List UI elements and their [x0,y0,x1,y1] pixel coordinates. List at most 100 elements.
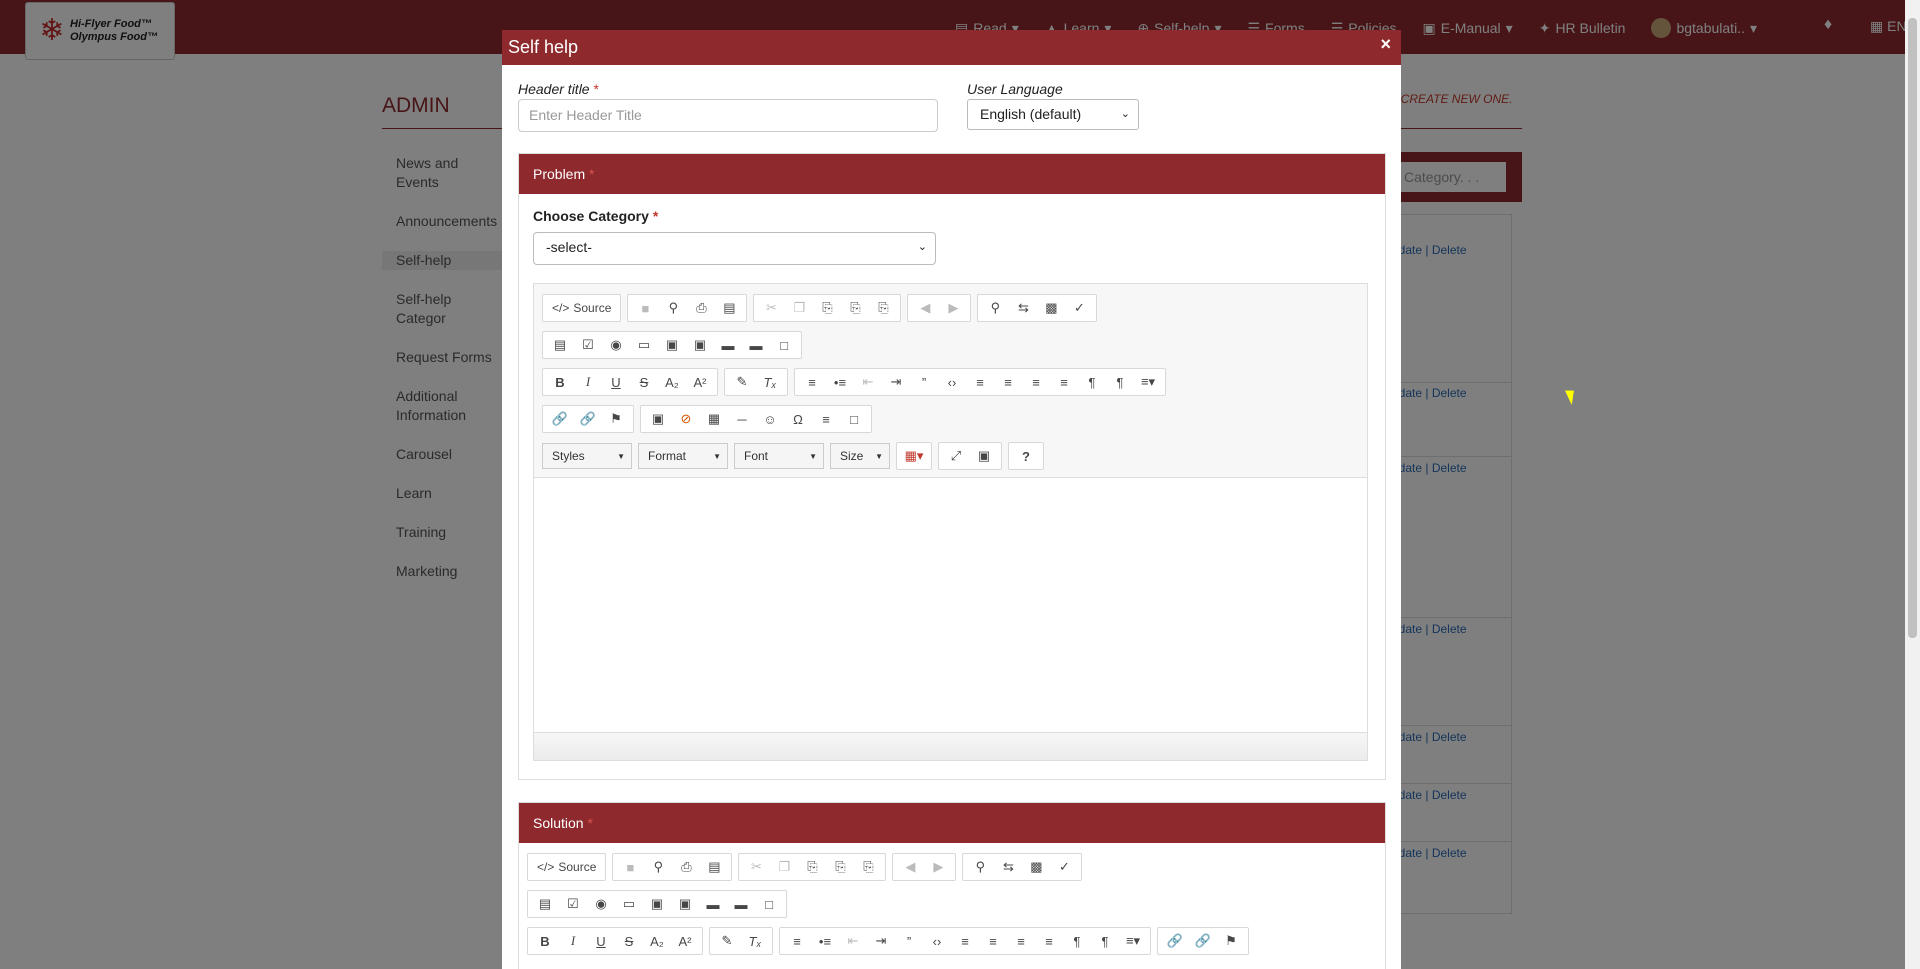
select-field-icon[interactable]: ▣ [686,332,714,358]
numbered-list-icon[interactable]: ≡ [798,369,826,395]
image-button-icon[interactable]: ▬ [727,891,755,917]
hidden-field-icon[interactable]: □ [770,332,798,358]
undo-icon[interactable]: ◀ [911,295,939,321]
indent-icon[interactable]: ⇥ [882,369,910,395]
redo-icon[interactable]: ▶ [924,854,952,880]
align-left-icon[interactable]: ≡ [966,369,994,395]
textarea-icon[interactable]: ▣ [643,891,671,917]
page-break-icon[interactable]: ≡ [812,406,840,432]
strikethrough-icon[interactable]: S [615,928,643,954]
replace-icon[interactable]: ⇆ [1009,295,1037,321]
replace-icon[interactable]: ⇆ [994,854,1022,880]
maximize-icon[interactable]: ⤢ [942,443,970,469]
align-center-icon[interactable]: ≡ [994,369,1022,395]
cut-icon[interactable]: ✂ [757,295,785,321]
ltr-icon[interactable]: ¶ [1078,369,1106,395]
help-icon[interactable]: ? [1012,443,1040,469]
save-icon[interactable]: ■ [616,854,644,880]
italic-icon[interactable]: I [559,928,587,954]
button-field-icon[interactable]: ▬ [714,332,742,358]
format-combo[interactable]: Format ▼ [638,443,728,469]
justify-icon[interactable]: ≡ [1050,369,1078,395]
align-left-icon[interactable]: ≡ [951,928,979,954]
templates-icon[interactable]: ▤ [700,854,728,880]
align-right-icon[interactable]: ≡ [1022,369,1050,395]
page-scrollbar[interactable] [1905,0,1920,969]
paste-icon[interactable]: ⎘ [813,295,841,321]
remove-format-icon[interactable]: Tₓ [756,369,784,395]
styles-combo[interactable]: Styles ▼ [542,443,632,469]
save-icon[interactable]: ■ [631,295,659,321]
textarea-icon[interactable]: ▣ [658,332,686,358]
paste-icon[interactable]: ⎘ [798,854,826,880]
paste-text-icon[interactable]: ⎘ [841,295,869,321]
language-icon[interactable]: ≡▾ [1119,928,1147,954]
outdent-icon[interactable]: ⇤ [854,369,882,395]
underline-icon[interactable]: U [587,928,615,954]
size-combo[interactable]: Size ▼ [830,443,890,469]
form-icon[interactable]: ▤ [531,891,559,917]
image-icon[interactable]: ▣ [644,406,672,432]
indent-icon[interactable]: ⇥ [867,928,895,954]
print-icon[interactable]: ⎙ [672,854,700,880]
smiley-icon[interactable]: ☺ [756,406,784,432]
copy-icon[interactable]: ❐ [770,854,798,880]
close-icon[interactable]: × [1380,34,1391,55]
redo-icon[interactable]: ▶ [939,295,967,321]
button-field-icon[interactable]: ▬ [699,891,727,917]
undo-icon[interactable]: ◀ [896,854,924,880]
align-center-icon[interactable]: ≡ [979,928,1007,954]
blockquote-icon[interactable]: ” [910,369,938,395]
paste-word-icon[interactable]: ⎘ [869,295,897,321]
checkbox-icon[interactable]: ☑ [559,891,587,917]
bulleted-list-icon[interactable]: •≡ [811,928,839,954]
bulleted-list-icon[interactable]: •≡ [826,369,854,395]
find-icon[interactable]: ⚲ [981,295,1009,321]
radio-icon[interactable]: ◉ [587,891,615,917]
form-icon[interactable]: ▤ [546,332,574,358]
source-button[interactable]: </> Source [531,854,602,880]
preview-icon[interactable]: ⚲ [644,854,672,880]
link-icon[interactable]: 🔗 [546,406,574,432]
link-icon[interactable]: 🔗 [1161,928,1189,954]
source-button[interactable]: </> Source [546,295,617,321]
copy-format-icon[interactable]: ✎ [713,928,741,954]
ltr-icon[interactable]: ¶ [1063,928,1091,954]
hidden-field-icon[interactable]: □ [755,891,783,917]
numbered-list-icon[interactable]: ≡ [783,928,811,954]
paste-text-icon[interactable]: ⎘ [826,854,854,880]
italic-icon[interactable]: I [574,369,602,395]
underline-icon[interactable]: U [602,369,630,395]
category-select[interactable]: -select- ⌄ [533,232,936,265]
preview-icon[interactable]: ⚲ [659,295,687,321]
subscript-icon[interactable]: A₂ [643,928,671,954]
horizontal-line-icon[interactable]: ─ [728,406,756,432]
copy-icon[interactable]: ❐ [785,295,813,321]
cut-icon[interactable]: ✂ [742,854,770,880]
radio-icon[interactable]: ◉ [602,332,630,358]
bold-icon[interactable]: B [546,369,574,395]
checkbox-icon[interactable]: ☑ [574,332,602,358]
copy-format-icon[interactable]: ✎ [728,369,756,395]
blockquote-icon[interactable]: ” [895,928,923,954]
outdent-icon[interactable]: ⇤ [839,928,867,954]
show-blocks-icon[interactable]: ▣ [970,443,998,469]
remove-format-icon[interactable]: Tₓ [741,928,769,954]
select-all-icon[interactable]: ▩ [1022,854,1050,880]
flash-icon[interactable]: ⊘ [672,406,700,432]
anchor-flag-icon[interactable]: ⚑ [1217,928,1245,954]
spellcheck-icon[interactable]: ✓ [1050,854,1078,880]
problem-editor-area[interactable] [534,477,1367,732]
align-right-icon[interactable]: ≡ [1007,928,1035,954]
scrollbar-thumb[interactable] [1908,18,1917,638]
div-container-icon[interactable]: ‹› [938,369,966,395]
justify-icon[interactable]: ≡ [1035,928,1063,954]
textfield-icon[interactable]: ▭ [630,332,658,358]
rtl-icon[interactable]: ¶ [1091,928,1119,954]
select-all-icon[interactable]: ▩ [1037,295,1065,321]
templates-icon[interactable]: ▤ [715,295,743,321]
spellcheck-icon[interactable]: ✓ [1065,295,1093,321]
print-icon[interactable]: ⎙ [687,295,715,321]
superscript-icon[interactable]: A² [686,369,714,395]
image-button-icon[interactable]: ▬ [742,332,770,358]
